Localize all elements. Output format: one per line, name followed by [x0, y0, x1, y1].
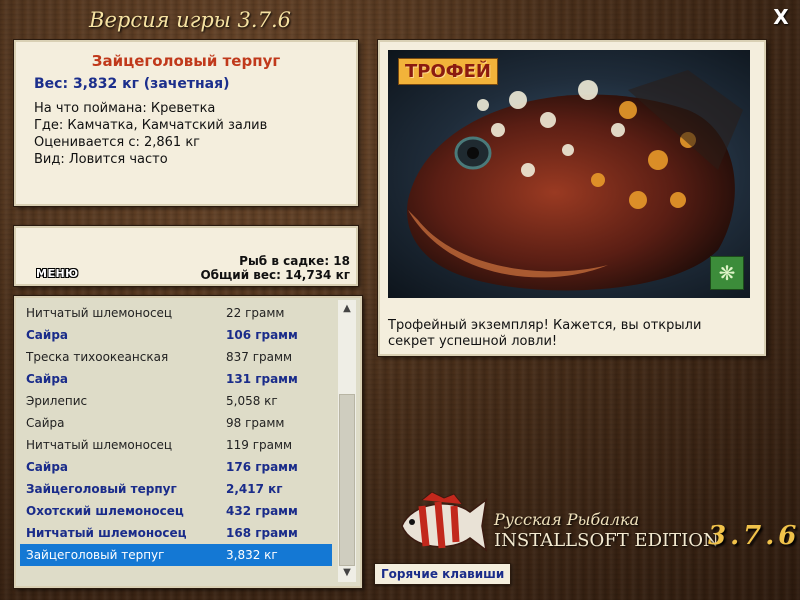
fish-name-cell: Сайра [26, 460, 68, 474]
logo-edition: INSTALLSOFT EDITION [494, 530, 719, 551]
menu-button[interactable]: МЕНЮ [36, 267, 79, 280]
logo-title: Русская Рыбалка [494, 510, 640, 529]
fish-name-cell: Зайцеголовый терпуг [26, 482, 177, 496]
fish-name-cell: Нитчатый шлемоносец [26, 438, 173, 452]
fish-name-cell: Нитчатый шлемоносец [26, 526, 187, 540]
chevron-up-icon[interactable]: ▲ [338, 300, 356, 318]
catch-list: Нитчатый шлемоносец 22 грамм Сайра 106 грам… [14, 296, 362, 588]
table-row[interactable]: Треска тихоокеанская 837 грамм [20, 346, 332, 368]
fish-weight-cell: 837 грамм [226, 350, 293, 364]
hotkeys-button[interactable]: Горячие клавиши [374, 563, 512, 585]
cage-panel: МЕНЮ Рыб в садке: 18 Общий вес: 14,734 к… [14, 226, 358, 286]
fish-weight-cell: 176 грамм [226, 460, 298, 474]
chevron-down-icon[interactable]: ▼ [338, 564, 356, 582]
fish-weight-cell: 98 грамм [226, 416, 285, 430]
fish-weight-cell: 432 грамм [226, 504, 298, 518]
fish-name-cell: Зайцеголовый терпуг [26, 548, 165, 562]
fish-name-cell: Нитчатый шлемоносец [26, 306, 173, 320]
photo-caption: Трофейный экземпляр! Кажется, вы открыли… [388, 318, 702, 349]
trophy-badge: ТРОФЕЙ [398, 58, 498, 85]
fish-weight-cell: 106 грамм [226, 328, 298, 342]
table-row[interactable]: Охотский шлемоносец 432 грамм [20, 500, 332, 522]
table-row[interactable]: Сайра 98 грамм [20, 412, 332, 434]
fish-name-cell: Сайра [26, 328, 68, 342]
butterfly-icon[interactable]: ❋ [710, 256, 744, 290]
table-row[interactable]: Нитчатый шлемоносец 22 грамм [20, 302, 332, 324]
scrollbar-thumb[interactable] [339, 394, 355, 566]
fish-weight-cell: 22 грамм [226, 306, 285, 320]
fish-weight-cell: 5,058 кг [226, 394, 278, 408]
photo-panel: ТРОФЕЙ ❋ Трофейный экземпляр! Кажется, в… [378, 40, 766, 356]
fish-weight-cell: 119 грамм [226, 438, 293, 452]
fish-kind: Вид: Ловится часто [34, 152, 168, 167]
table-row[interactable]: Нитчатый шлемоносец 168 грамм [20, 522, 332, 544]
fish-illustration [407, 70, 743, 291]
fish-info-panel: Зайцеголовый терпуг Вес: 3,832 кг (зачет… [14, 40, 358, 206]
fish-weight-cell: 131 грамм [226, 372, 298, 386]
table-row[interactable]: Зайцеголовый терпуг 3,832 кг [20, 544, 332, 566]
fish-name-cell: Эрилепис [26, 394, 88, 408]
window-title: Версия игры 3.7.6 [89, 8, 291, 32]
fish-rated-from: Оценивается с: 2,861 кг [34, 135, 201, 150]
cage-count: Рыб в садке: 18 [239, 254, 350, 268]
fish-weight-cell: 2,417 кг [226, 482, 283, 496]
cage-total-weight: Общий вес: 14,734 кг [200, 268, 350, 282]
table-row[interactable]: Сайра 106 грамм [20, 324, 332, 346]
fish-name-cell: Сайра [26, 416, 65, 430]
fish-name-cell: Сайра [26, 372, 68, 386]
fish-name: Зайцеголовый терпуг [91, 52, 281, 70]
fish-logo-icon [401, 492, 488, 552]
table-row[interactable]: Эрилепис 5,058 кг [20, 390, 332, 412]
fish-photo: ТРОФЕЙ ❋ [388, 50, 750, 298]
fish-weight-cell: 168 грамм [226, 526, 298, 540]
table-row[interactable]: Зайцеголовый терпуг 2,417 кг [20, 478, 332, 500]
table-row[interactable]: Нитчатый шлемоносец 119 грамм [20, 434, 332, 456]
fish-bait: На что поймана: Креветка [34, 101, 216, 116]
fish-location: Где: Камчатка, Камчатский залив [34, 118, 268, 133]
fish-weight-cell: 3,832 кг [226, 548, 278, 562]
logo-version: 3.7.6 [708, 521, 800, 551]
table-row[interactable]: Сайра 176 грамм [20, 456, 332, 478]
fish-name-cell: Треска тихоокеанская [26, 350, 169, 364]
close-icon[interactable]: X [770, 6, 792, 28]
scrollbar[interactable]: ▲ ▼ [338, 300, 356, 582]
fish-weight: Вес: 3,832 кг (зачетная) [34, 76, 230, 92]
fish-name-cell: Охотский шлемоносец [26, 504, 184, 518]
table-row[interactable]: Сайра 131 грамм [20, 368, 332, 390]
